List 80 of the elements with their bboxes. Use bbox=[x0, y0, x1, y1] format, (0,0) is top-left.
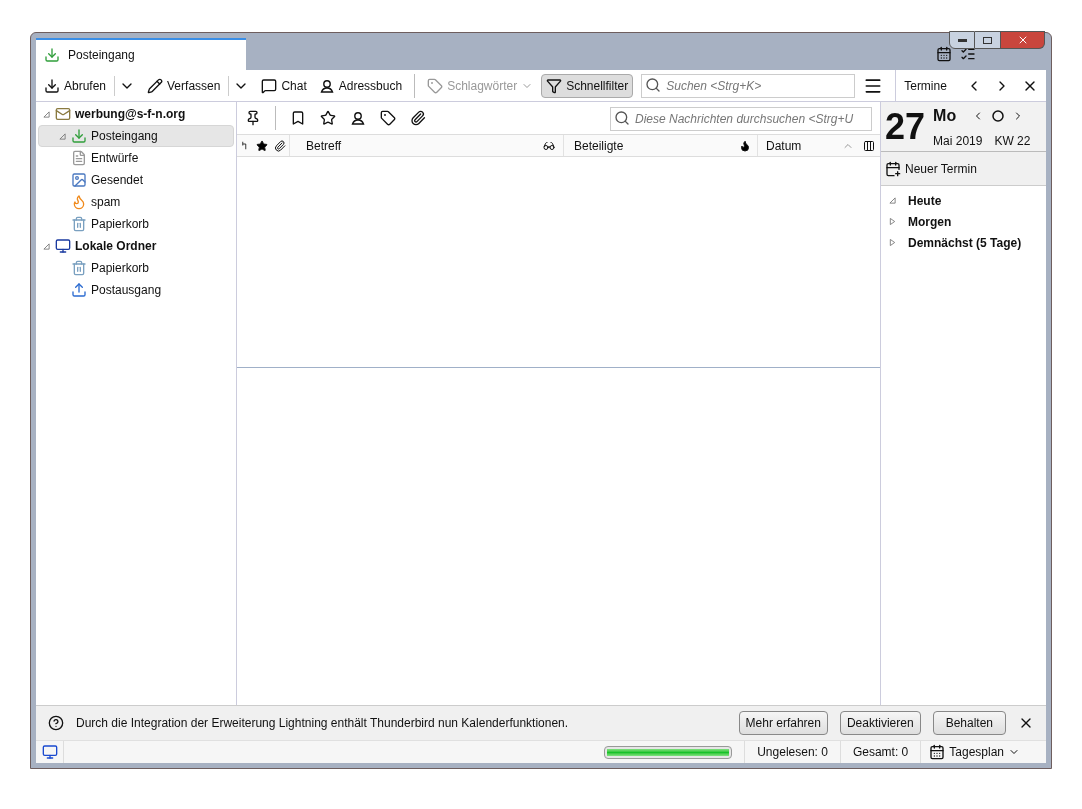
network-icon[interactable] bbox=[41, 744, 58, 760]
maximize-icon bbox=[983, 36, 992, 44]
person-icon bbox=[318, 77, 335, 94]
notification-button[interactable]: Behalten bbox=[932, 711, 1006, 735]
twisty-icon[interactable] bbox=[889, 239, 896, 246]
total-count: Gesamt: 0 bbox=[839, 741, 921, 763]
star-icon[interactable] bbox=[320, 110, 336, 126]
close-button[interactable] bbox=[1001, 31, 1045, 49]
twisty-icon[interactable] bbox=[43, 110, 50, 118]
folder-item[interactable]: Gesendet bbox=[38, 169, 234, 191]
filter-search-field[interactable]: Diese Nachrichten durchsuchen <Strg+U bbox=[610, 106, 872, 131]
month-year: Mai 2019 bbox=[933, 132, 983, 150]
paperclip-icon[interactable] bbox=[274, 139, 286, 152]
pane-title: Termine bbox=[904, 77, 948, 95]
week-number: KW 22 bbox=[994, 132, 1031, 150]
toolbar-button[interactable]: Verfassen bbox=[143, 73, 254, 98]
folder-item[interactable]: Posteingang bbox=[38, 125, 234, 147]
unread-count: Ungelesen: 0 bbox=[744, 741, 840, 763]
twisty-icon[interactable] bbox=[43, 242, 50, 250]
column-header[interactable]: Datum bbox=[757, 135, 858, 156]
calendar-icon bbox=[929, 744, 946, 760]
trash-icon bbox=[71, 260, 87, 276]
search-icon bbox=[645, 77, 662, 93]
weekday: Mo bbox=[933, 105, 957, 126]
column-picker-icon[interactable] bbox=[863, 139, 875, 152]
folder-item[interactable]: Postausgang bbox=[38, 279, 234, 301]
agenda-section[interactable]: Demnächst (5 Tage) bbox=[881, 232, 1046, 253]
folder-item[interactable]: werbung@s-f-n.org bbox=[38, 103, 234, 125]
tag-icon[interactable] bbox=[380, 110, 396, 126]
paperclip-icon[interactable] bbox=[410, 110, 426, 126]
view-selector[interactable]: Tagesplan bbox=[920, 741, 1028, 763]
download-icon bbox=[44, 77, 60, 94]
envelope-icon bbox=[55, 106, 71, 122]
pencil-icon bbox=[147, 77, 164, 94]
person-icon[interactable] bbox=[350, 110, 366, 126]
twisty-icon[interactable] bbox=[889, 218, 896, 225]
notification-text: Durch die Integration der Erweiterung Lightning enthält Thunderbird nun Kalenderfunktionen. bbox=[76, 715, 570, 732]
column-header[interactable]: Betreff bbox=[289, 135, 535, 156]
trash-icon bbox=[71, 216, 87, 232]
circle-icon[interactable] bbox=[992, 109, 1005, 122]
task-list-icon[interactable] bbox=[960, 46, 976, 62]
minimize-button[interactable] bbox=[949, 31, 975, 49]
flame-icon bbox=[71, 194, 87, 210]
search-field[interactable]: Suchen <Strg+K> bbox=[641, 74, 856, 98]
twisty-icon[interactable] bbox=[889, 197, 896, 204]
toolbar-button[interactable]: Adressbuch bbox=[314, 73, 407, 98]
document-icon bbox=[71, 150, 87, 166]
folder-item[interactable]: Papierkorb bbox=[38, 213, 234, 235]
toolbar-button[interactable]: Abrufen bbox=[40, 73, 140, 98]
thread-icon[interactable] bbox=[242, 141, 248, 150]
twisty-icon[interactable] bbox=[59, 132, 66, 140]
toolbar-button[interactable]: Chat bbox=[257, 73, 311, 98]
day-number: 27 bbox=[885, 108, 926, 145]
flame-icon[interactable] bbox=[739, 139, 751, 152]
maximize-button[interactable] bbox=[975, 31, 1001, 49]
pin-icon[interactable] bbox=[245, 110, 261, 126]
calendar-plus-icon bbox=[885, 160, 901, 177]
folder-item[interactable]: Papierkorb bbox=[38, 257, 234, 279]
bookmark-icon[interactable] bbox=[290, 110, 306, 126]
notification-button[interactable]: Deaktivieren bbox=[839, 711, 921, 735]
search-icon bbox=[614, 109, 630, 126]
star-icon[interactable] bbox=[256, 139, 268, 152]
tag-icon bbox=[427, 77, 444, 94]
agenda-section[interactable]: Heute bbox=[881, 190, 1046, 211]
folder-item[interactable]: Lokale Ordner bbox=[38, 235, 234, 257]
chat-icon bbox=[261, 77, 278, 94]
folder-item[interactable]: Entwürfe bbox=[38, 147, 234, 169]
filter-icon bbox=[546, 77, 563, 94]
calendar-icon[interactable] bbox=[936, 46, 952, 62]
agenda-section[interactable]: Morgen bbox=[881, 211, 1046, 232]
monitor-icon bbox=[55, 238, 71, 254]
glasses-icon[interactable] bbox=[543, 139, 555, 152]
folder-item[interactable]: spam bbox=[38, 191, 234, 213]
toolbar-button[interactable]: Schnellfilter bbox=[541, 73, 634, 98]
new-event-button[interactable]: Neuer Termin bbox=[881, 152, 1046, 186]
column-header[interactable]: Beteiligte bbox=[563, 135, 733, 156]
help-icon bbox=[48, 715, 64, 731]
minimize-icon bbox=[957, 38, 967, 42]
notification-button[interactable]: Mehr erfahren bbox=[738, 711, 828, 735]
tab[interactable]: Posteingang bbox=[36, 38, 246, 70]
